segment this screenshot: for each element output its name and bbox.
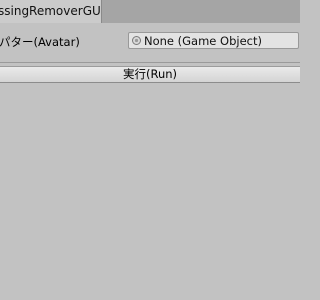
avatar-field-row: パター(Avatar) None (Game Object)	[0, 32, 300, 50]
window-tab-title: ssingRemoverGUI	[0, 4, 102, 18]
tab-bar: ssingRemoverGUI	[0, 0, 300, 23]
missing-remover-window: ssingRemoverGUI パター(Avatar) None (Game O…	[0, 0, 300, 300]
avatar-object-field[interactable]: None (Game Object)	[128, 32, 299, 49]
game-object-icon	[132, 36, 141, 45]
run-button[interactable]: 実行(Run)	[0, 66, 300, 83]
avatar-field-label: パター(Avatar)	[0, 35, 80, 49]
avatar-field-value: None (Game Object)	[144, 34, 262, 48]
window-tab[interactable]: ssingRemoverGUI	[0, 0, 102, 23]
divider	[0, 62, 300, 63]
